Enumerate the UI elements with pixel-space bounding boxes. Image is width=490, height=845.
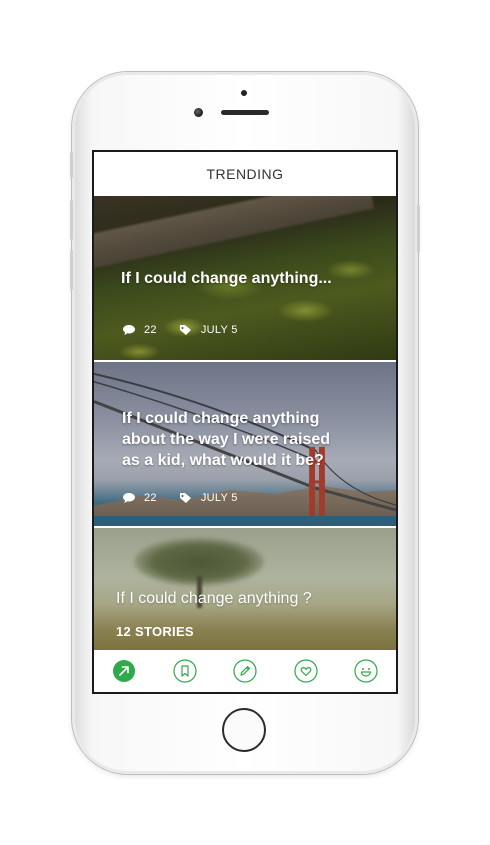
plank-image-detail [94,196,375,271]
side-button [70,152,73,178]
comment-icon [122,324,136,336]
comment-count: 22 [144,492,157,504]
card-meta: 22 JULY 5 [122,324,238,336]
card-title: If I could change anything about the way… [122,408,330,471]
card-date: JULY 5 [200,324,238,336]
card-title: If I could change anything ? [116,590,312,607]
nav-write[interactable] [233,659,257,683]
sensor [241,90,247,96]
power-button [417,205,420,253]
nav-trending[interactable] [112,659,136,683]
story-card[interactable]: If I could change anything about the way… [94,362,396,526]
smiley-icon [354,659,378,683]
earpiece-speaker [221,110,269,115]
volume-down-button [70,250,73,290]
card-title-line: If I could change anything [122,410,320,427]
page-title: TRENDING [94,152,396,196]
story-card[interactable]: If I could change anything ? 12 STORIES [94,528,396,654]
trending-arrow-icon [113,660,135,682]
tag-icon [179,324,193,336]
card-date: JULY 5 [200,492,238,504]
comment-icon [122,492,136,504]
volume-up-button [70,200,73,240]
front-camera [194,108,203,117]
bookmark-icon [172,659,197,683]
pencil-icon [233,659,257,683]
card-title-line: about the way I were raised [122,431,331,448]
nav-bookmarks[interactable] [172,659,197,683]
story-count: 12 STORIES [116,624,194,639]
app-screen: TRENDING If I could change anything... 2… [92,150,398,694]
heart-icon [293,659,318,683]
comment-count: 22 [144,324,157,336]
tag-icon [179,492,193,504]
card-title-line: as a kid, what would it be? [122,452,324,469]
nav-profile[interactable] [354,659,378,683]
card-title: If I could change anything... [121,270,332,287]
nav-favorites[interactable] [293,659,318,683]
home-button[interactable] [222,708,266,752]
story-card[interactable]: If I could change anything... 22 JULY 5 [94,196,396,360]
card-meta: 22 JULY 5 [122,492,238,504]
bottom-nav [94,650,396,692]
